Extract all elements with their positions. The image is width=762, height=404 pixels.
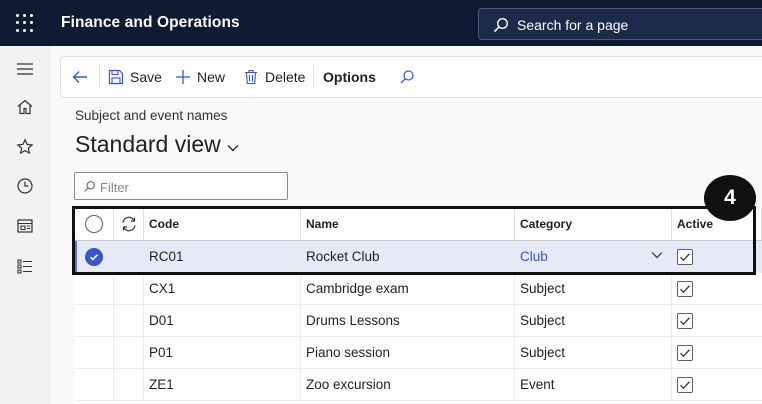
name-cell[interactable]: Rocket Club — [301, 241, 515, 272]
chevron-down-icon[interactable] — [651, 251, 663, 259]
back-button[interactable] — [71, 57, 95, 97]
column-header-name[interactable]: Name — [301, 208, 515, 240]
delete-label: Delete — [265, 69, 306, 85]
view-title: Standard view — [75, 131, 221, 157]
row-spacer-cell — [114, 241, 144, 272]
code-cell[interactable]: RC01 — [144, 241, 301, 272]
search-placeholder: Search for a page — [517, 17, 629, 33]
category-value: Club — [520, 249, 548, 264]
hamburger-icon[interactable] — [16, 60, 34, 78]
records-grid: Code Name Category Active RC01 Rocket Cl… — [74, 208, 762, 404]
active-checkbox[interactable] — [677, 280, 693, 297]
active-checkbox[interactable] — [677, 248, 693, 265]
list-icon[interactable] — [16, 257, 34, 275]
table-row[interactable]: RC01 Rocket Club Club — [74, 241, 762, 273]
step-number-badge: 4 — [704, 175, 756, 221]
category-select[interactable]: Club — [515, 241, 672, 272]
code-cell[interactable]: ZE1 — [144, 369, 301, 400]
row-spacer-cell — [114, 369, 144, 400]
check-icon — [680, 316, 690, 325]
active-cell[interactable] — [672, 369, 762, 400]
code-cell[interactable]: P01 — [144, 337, 301, 368]
active-checkbox[interactable] — [677, 376, 693, 393]
select-all-cell[interactable] — [74, 208, 114, 240]
table-row[interactable]: CX1 Cambridge exam Subject — [74, 273, 762, 305]
search-icon — [493, 17, 509, 33]
search-icon — [84, 181, 95, 192]
save-button[interactable]: Save — [108, 57, 162, 97]
name-cell[interactable]: Drums Lessons — [301, 305, 515, 336]
name-cell[interactable]: Piano session — [301, 337, 515, 368]
check-icon — [680, 348, 690, 357]
grid-header-row: Code Name Category Active — [74, 208, 762, 241]
main-content: Save New Delete Options Subject and even… — [50, 46, 762, 404]
code-cell[interactable]: D01 — [144, 305, 301, 336]
new-button[interactable]: New — [175, 57, 225, 97]
row-select-cell[interactable] — [74, 273, 114, 304]
active-cell[interactable] — [672, 273, 762, 304]
action-pane: Save New Delete Options — [60, 56, 762, 98]
active-cell[interactable] — [672, 241, 762, 272]
app-title[interactable]: Finance and Operations — [61, 14, 240, 32]
action-search-button[interactable] — [399, 57, 421, 97]
back-arrow-icon — [72, 71, 87, 83]
active-cell[interactable] — [672, 337, 762, 368]
clock-icon[interactable] — [16, 177, 34, 195]
new-label: New — [197, 69, 226, 85]
table-row[interactable]: P01 Piano session Subject — [74, 337, 762, 369]
name-cell[interactable]: Cambridge exam — [301, 273, 515, 304]
check-icon — [680, 284, 690, 293]
app-launcher-icon[interactable] — [16, 14, 34, 32]
check-icon — [680, 380, 690, 389]
options-tab[interactable]: Options — [323, 57, 376, 97]
row-selected-radio[interactable] — [84, 247, 103, 266]
category-cell[interactable]: Event — [515, 369, 672, 400]
active-checkbox[interactable] — [677, 312, 693, 329]
check-icon — [680, 252, 690, 261]
row-spacer-cell — [114, 337, 144, 368]
top-nav-bar: Finance and Operations Search for a page — [0, 0, 762, 46]
active-cell[interactable] — [672, 305, 762, 336]
row-spacer-cell — [114, 273, 144, 304]
filter-placeholder: Filter — [100, 180, 129, 195]
row-spacer-cell — [114, 305, 144, 336]
row-select-cell[interactable] — [74, 241, 114, 272]
search-icon — [400, 70, 414, 84]
workspace-icon[interactable] — [16, 217, 34, 235]
row-select-cell[interactable] — [74, 305, 114, 336]
plus-icon — [176, 70, 190, 84]
category-cell[interactable]: Subject — [515, 337, 672, 368]
refresh-icon[interactable] — [120, 215, 138, 233]
save-icon — [108, 69, 124, 85]
category-cell[interactable]: Subject — [515, 273, 672, 304]
options-label: Options — [323, 69, 376, 85]
active-checkbox[interactable] — [677, 344, 693, 361]
filter-input[interactable]: Filter — [74, 172, 288, 200]
action-divider — [99, 65, 100, 89]
trash-icon — [245, 69, 257, 85]
page-caption: Subject and event names — [75, 108, 228, 123]
name-cell[interactable]: Zoo excursion — [301, 369, 515, 400]
table-row[interactable]: D01 Drums Lessons Subject — [74, 305, 762, 337]
check-icon — [89, 253, 98, 261]
delete-button[interactable]: Delete — [243, 57, 305, 97]
home-icon[interactable] — [16, 98, 34, 116]
save-label: Save — [130, 69, 162, 85]
action-divider — [313, 65, 314, 89]
table-row[interactable]: ZE1 Zoo excursion Event — [74, 369, 762, 401]
star-icon[interactable] — [16, 138, 34, 156]
column-header-code[interactable]: Code — [144, 208, 301, 240]
row-select-cell[interactable] — [74, 337, 114, 368]
refresh-cell[interactable] — [114, 208, 144, 240]
global-search-box[interactable]: Search for a page — [478, 8, 762, 40]
view-selector[interactable]: Standard view — [75, 131, 239, 158]
chevron-down-icon — [227, 144, 239, 151]
column-header-category[interactable]: Category — [515, 208, 672, 240]
row-select-cell[interactable] — [74, 369, 114, 400]
category-cell[interactable]: Subject — [515, 305, 672, 336]
select-all-radio[interactable] — [84, 215, 103, 233]
left-nav-rail — [0, 46, 50, 404]
code-cell[interactable]: CX1 — [144, 273, 301, 304]
